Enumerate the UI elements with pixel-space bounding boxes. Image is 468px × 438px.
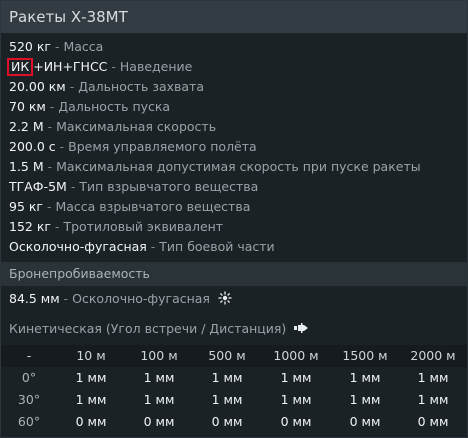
table-cell: 1 мм — [280, 392, 312, 407]
table-header-cell: 1000 м — [273, 348, 319, 363]
stat-value: ТГАФ-5М — [9, 179, 67, 194]
table-cell: 1 мм — [211, 370, 243, 385]
stat-separator: - — [46, 199, 52, 214]
table-cell: 0 мм — [211, 414, 243, 429]
stat-separator: - — [111, 59, 116, 74]
stat-guidance: ИК +ИН+ГНСС - Наведение — [7, 57, 461, 77]
stat-separator: - — [69, 79, 75, 94]
stat-value: 200.0 с — [9, 139, 56, 154]
stat-label: Тип взрывчатого вещества — [79, 179, 259, 194]
stat-lock-range: 20.00 км - Дальность захвата — [9, 77, 461, 97]
stat-value: 152 кг — [9, 219, 51, 234]
stat-separator: - — [54, 39, 60, 54]
penetration-value: 84.5 мм — [9, 291, 60, 306]
table-cell: 0 мм — [280, 414, 312, 429]
table-cell: 1 мм — [280, 370, 312, 385]
panel-title: Ракеты Х-38МТ — [1, 1, 467, 33]
table-header-cell: 2000 м — [410, 348, 456, 363]
table-row: 30° 1 мм 1 мм 1 мм 1 мм 1 мм 1 мм — [1, 389, 467, 411]
stat-guided-time: 200.0 с - Время управляемого полёта — [9, 137, 461, 157]
stat-explosive-type: ТГАФ-5М - Тип взрывчатого вещества — [9, 177, 461, 197]
kinetic-header: Кинетическая (Угол встречи / Дистанция) — [9, 319, 311, 339]
stat-label: Максимальная допустимая скорость при пус… — [56, 159, 421, 174]
table-cell: 1 мм — [211, 392, 243, 407]
stat-label: Тип боевой части — [159, 239, 275, 254]
stat-value: Осколочно-фугасная — [9, 239, 147, 254]
table-row-angle: 0° — [21, 370, 37, 385]
table-cell: 1 мм — [417, 370, 449, 385]
explosion-icon — [218, 291, 232, 305]
stat-separator: - — [54, 219, 60, 234]
stat-max-speed: 2.2 М - Максимальная скорость — [9, 117, 461, 137]
table-row: 0° 1 мм 1 мм 1 мм 1 мм 1 мм 1 мм — [1, 367, 467, 389]
table-header-cell: 1500 м — [342, 348, 388, 363]
table-cell: 1 мм — [143, 370, 175, 385]
stat-label: Масса взрывчатого вещества — [55, 199, 251, 214]
stat-launch-range: 70 км - Дальность пуска — [9, 97, 461, 117]
stat-label: Дальность захвата — [78, 79, 205, 94]
stat-separator: - — [49, 99, 55, 114]
stat-explosive-mass: 95 кг - Масса взрывчатого вещества — [9, 197, 461, 217]
table-cell: 0 мм — [349, 414, 381, 429]
kinetic-header-label: Кинетическая (Угол встречи / Дистанция) — [9, 321, 287, 336]
table-cell: 1 мм — [349, 370, 381, 385]
stat-label: Наведение — [119, 59, 193, 74]
stat-value: 520 кг — [9, 39, 51, 54]
stat-label: Время управляемого полёта — [68, 139, 257, 154]
stat-value: 95 кг — [9, 199, 43, 214]
stat-label: Максимальная скорость — [56, 119, 217, 134]
stat-label: Дальность пуска — [58, 99, 171, 114]
shell-icon — [293, 320, 311, 333]
weapon-info-panel: Ракеты Х-38МТ 520 кг - Масса ИК +ИН+ГНСС … — [0, 0, 468, 438]
stat-mass: 520 кг - Масса — [9, 37, 461, 57]
kinetic-penetration-table: - 10 м 100 м 500 м 1000 м 1500 м 2000 м … — [1, 345, 467, 433]
table-header-cell: 100 м — [140, 348, 178, 363]
penetration-row: 84.5 мм - Осколочно-фугасная — [9, 289, 232, 309]
table-header-row: - 10 м 100 м 500 м 1000 м 1500 м 2000 м — [1, 345, 467, 367]
stat-separator: - — [63, 291, 69, 306]
penetration-label: Осколочно-фугасная — [72, 291, 210, 306]
penetration-section-header: Бронепробиваемость — [1, 262, 467, 286]
table-header-cell: - — [26, 348, 32, 363]
table-header-cell: 10 м — [76, 348, 106, 363]
table-cell: 0 мм — [417, 414, 449, 429]
table-row-angle: 60° — [17, 414, 41, 429]
stat-max-launch-speed: 1.5 М - Максимальная допустимая скорость… — [9, 157, 461, 177]
table-cell: 1 мм — [417, 392, 449, 407]
stat-value: 70 км — [9, 99, 46, 114]
stat-separator: - — [70, 179, 76, 194]
stat-value: 2.2 М — [9, 119, 44, 134]
stat-value: 20.00 км — [9, 79, 66, 94]
stat-separator: - — [150, 239, 156, 254]
stat-separator: - — [47, 119, 53, 134]
stat-value: 1.5 М — [9, 159, 44, 174]
table-cell: 1 мм — [75, 392, 107, 407]
highlighted-guidance-value: ИК — [7, 58, 34, 76]
table-row: 60° 0 мм 0 мм 0 мм 0 мм 0 мм 0 мм — [1, 411, 467, 433]
table-row-angle: 30° — [17, 392, 41, 407]
stat-tnt-equivalent: 152 кг - Тротиловый эквивалент — [9, 217, 461, 237]
stat-label: Масса — [63, 39, 104, 54]
stat-value-rest: +ИН+ГНСС — [33, 59, 108, 74]
stat-label: Тротиловый эквивалент — [63, 219, 224, 234]
stat-separator: - — [59, 139, 65, 154]
stats-list: 520 кг - Масса ИК +ИН+ГНСС - Наведение 20… — [7, 37, 461, 257]
table-header-cell: 500 м — [208, 348, 246, 363]
table-cell: 1 мм — [75, 370, 107, 385]
table-cell: 1 мм — [143, 392, 175, 407]
stat-warhead-type: Осколочно-фугасная - Тип боевой части — [9, 237, 461, 257]
table-cell: 1 мм — [349, 392, 381, 407]
table-cell: 0 мм — [143, 414, 175, 429]
table-cell: 0 мм — [75, 414, 107, 429]
stat-separator: - — [47, 159, 53, 174]
